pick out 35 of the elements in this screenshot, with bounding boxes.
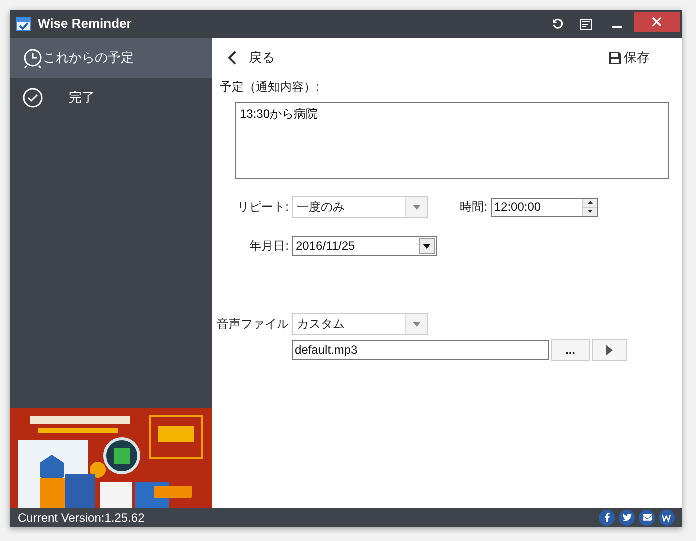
caret-icon bbox=[412, 204, 420, 210]
browse-button[interactable]: ... bbox=[551, 339, 590, 361]
spin-up-icon[interactable] bbox=[583, 198, 598, 208]
back-button[interactable]: 戻る bbox=[228, 48, 275, 68]
check-circle-icon bbox=[23, 88, 43, 108]
save-button[interactable]: 保存 bbox=[609, 48, 650, 68]
calendar-check-icon bbox=[16, 16, 32, 32]
caret-icon bbox=[423, 244, 431, 248]
date-label: 年月日: bbox=[248, 238, 289, 255]
sound-dropdown[interactable]: カスタム bbox=[292, 313, 428, 335]
note-field[interactable]: 13:30から病院 bbox=[235, 102, 669, 179]
alarm-clock-icon bbox=[23, 47, 43, 69]
time-label: 時間: bbox=[460, 199, 488, 216]
refresh-icon[interactable] bbox=[552, 18, 564, 30]
note-icon[interactable] bbox=[580, 18, 592, 30]
note-label: 予定（通知内容）: bbox=[220, 79, 320, 96]
chevron-left-icon bbox=[228, 51, 237, 65]
repeat-label: リピート: bbox=[236, 199, 289, 216]
date-picker[interactable]: 2016/11/25 bbox=[292, 236, 437, 256]
close-button[interactable] bbox=[634, 12, 680, 32]
facebook-icon[interactable] bbox=[599, 510, 615, 526]
file-path-field[interactable]: default.mp3 bbox=[292, 340, 549, 360]
play-button[interactable] bbox=[592, 339, 627, 361]
close-icon bbox=[652, 17, 662, 27]
caret-icon bbox=[412, 322, 420, 326]
version-text: Current Version:1.25.62 bbox=[18, 510, 145, 526]
repeat-dropdown[interactable]: 一度のみ bbox=[292, 196, 428, 218]
logo-icon[interactable] bbox=[659, 510, 676, 526]
sidebar-item[interactable]: これからの予定 bbox=[10, 38, 212, 78]
play-icon bbox=[606, 344, 613, 356]
sound-file-label: 音声ファイル bbox=[216, 316, 289, 333]
mail-icon[interactable] bbox=[639, 510, 655, 526]
window-title: Wise Reminder bbox=[38, 15, 132, 34]
twitter-icon[interactable] bbox=[619, 510, 635, 526]
time-spinner[interactable]: 12:00:00 bbox=[491, 198, 598, 216]
